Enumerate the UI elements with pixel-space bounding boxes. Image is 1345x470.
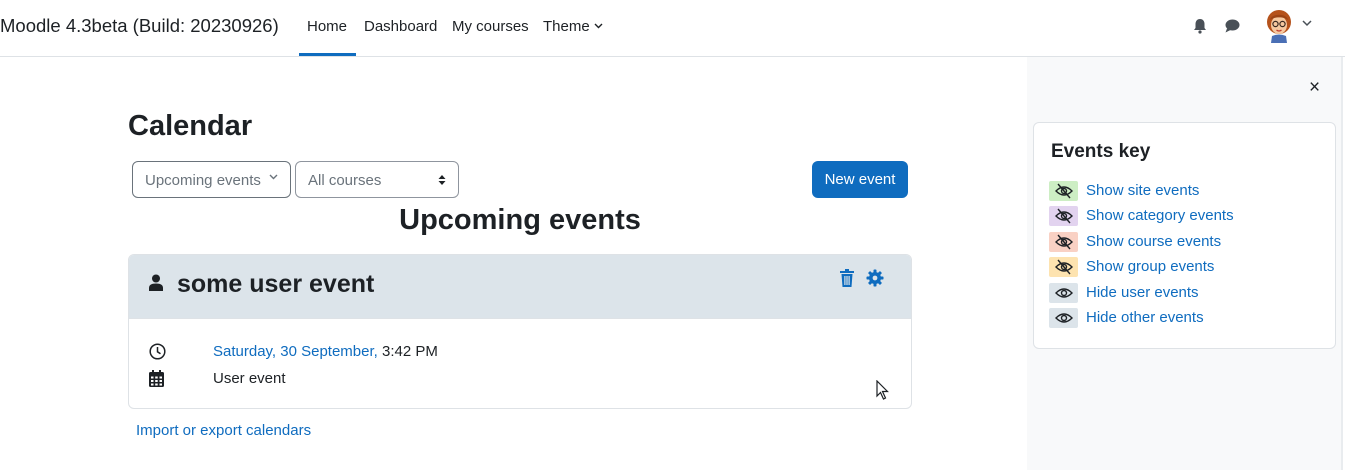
event-card: some user event Saturday, 30 September, … bbox=[128, 254, 912, 409]
clock-icon bbox=[149, 343, 166, 360]
nav-theme-label: Theme bbox=[543, 18, 590, 35]
event-header: some user event bbox=[129, 255, 911, 319]
eye-slash-icon bbox=[1055, 234, 1073, 250]
right-drawer: × Events key Show site events Show categ… bbox=[1027, 57, 1343, 470]
nav-active-indicator bbox=[299, 53, 356, 56]
top-navbar: Moodle 4.3beta (Build: 20230926) Home Da… bbox=[0, 0, 1345, 57]
event-time: 3:42 PM bbox=[377, 343, 438, 360]
chevron-down-icon bbox=[269, 174, 278, 180]
event-type: User event bbox=[213, 370, 286, 387]
import-export-link[interactable]: Import or export calendars bbox=[136, 422, 311, 439]
event-name: some user event bbox=[177, 270, 375, 298]
key-label: Show course events bbox=[1086, 233, 1222, 250]
nav-dashboard[interactable]: Dashboard bbox=[364, 18, 437, 35]
close-icon[interactable]: × bbox=[1309, 77, 1320, 99]
key-label: Show category events bbox=[1086, 207, 1234, 224]
nav-my-courses[interactable]: My courses bbox=[452, 18, 529, 35]
course-filter-select[interactable]: All courses bbox=[295, 161, 459, 198]
nav-theme[interactable]: Theme bbox=[543, 18, 603, 35]
eye-icon bbox=[1055, 288, 1073, 298]
section-title: Upcoming events bbox=[399, 204, 641, 236]
course-filter-value: All courses bbox=[308, 172, 382, 189]
delete-icon[interactable] bbox=[839, 269, 855, 287]
calendar-icon bbox=[149, 370, 164, 387]
site-name[interactable]: Moodle 4.3beta (Build: 20230926) bbox=[0, 15, 279, 37]
user-avatar-icon[interactable] bbox=[1263, 9, 1295, 43]
eye-icon bbox=[1055, 313, 1073, 323]
key-label: Show group events bbox=[1086, 258, 1215, 275]
bell-icon[interactable] bbox=[1191, 17, 1209, 35]
messages-icon[interactable] bbox=[1223, 17, 1241, 35]
event-datetime: Saturday, 30 September, 3:42 PM bbox=[213, 343, 438, 360]
user-icon bbox=[149, 274, 163, 291]
mouse-cursor-icon bbox=[876, 380, 889, 400]
calendar-view-select[interactable]: Upcoming events bbox=[132, 161, 291, 198]
key-label: Hide user events bbox=[1086, 284, 1199, 301]
key-label: Hide other events bbox=[1086, 309, 1204, 326]
new-event-button[interactable]: New event bbox=[812, 161, 908, 198]
events-key-title: Events key bbox=[1051, 141, 1151, 162]
chevron-down-icon[interactable] bbox=[1302, 20, 1312, 27]
chevron-down-icon bbox=[594, 23, 603, 29]
key-label: Show site events bbox=[1086, 182, 1200, 199]
calendar-view-value: Upcoming events bbox=[145, 172, 261, 189]
eye-slash-icon bbox=[1055, 259, 1073, 275]
eye-slash-icon bbox=[1055, 208, 1073, 224]
events-key-block: Events key Show site events Show categor… bbox=[1033, 122, 1336, 349]
eye-slash-icon bbox=[1055, 183, 1073, 199]
event-date-link[interactable]: Saturday, 30 September, bbox=[213, 343, 378, 360]
gear-icon[interactable] bbox=[866, 269, 884, 287]
page-title: Calendar bbox=[128, 110, 253, 142]
select-arrows-icon bbox=[438, 175, 446, 185]
nav-home[interactable]: Home bbox=[307, 18, 347, 35]
